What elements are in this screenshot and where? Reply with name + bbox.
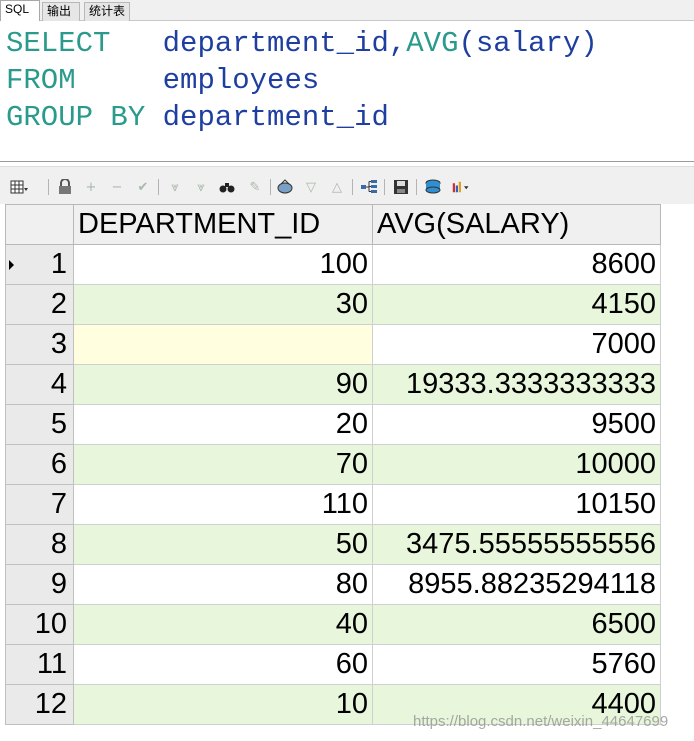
table-row[interactable]: 11 60 5760 — [5, 644, 661, 685]
sql-identifier: employees — [162, 64, 320, 97]
delete-row-icon[interactable]: − — [108, 178, 126, 196]
row-number[interactable]: 1 — [5, 244, 74, 285]
row-number[interactable]: 5 — [5, 404, 74, 445]
toolbar-separator — [384, 179, 385, 195]
lock-icon[interactable] — [56, 178, 74, 196]
table-row[interactable]: 8 50 3475.55555555556 — [5, 524, 661, 565]
table-row[interactable]: 3 7000 — [5, 324, 661, 365]
cell-avg-salary[interactable]: 5760 — [372, 644, 661, 685]
filter-up-icon[interactable]: △ — [328, 178, 346, 196]
grid-view-icon[interactable] — [10, 178, 28, 196]
watermark: https://blog.csdn.net/weixin_44647699 — [413, 713, 669, 730]
row-number[interactable]: 11 — [5, 644, 74, 685]
filter-down-icon[interactable]: ▽ — [302, 178, 320, 196]
cell-department-id[interactable] — [73, 324, 373, 365]
sql-editor[interactable]: SELECT department_id,AVG(salary) FROM em… — [0, 21, 694, 162]
table-row[interactable]: 2 30 4150 — [5, 284, 661, 325]
sql-keyword: GROUP BY — [6, 101, 146, 134]
row-number[interactable]: 8 — [5, 524, 74, 565]
sql-padding — [110, 27, 162, 60]
toolbar-separator — [158, 179, 159, 195]
tab-sql[interactable]: SQL — [0, 0, 40, 21]
toolbar-separator — [270, 179, 271, 195]
cell-department-id[interactable]: 70 — [73, 444, 373, 485]
table-row[interactable]: 5 20 9500 — [5, 404, 661, 445]
row-number[interactable]: 2 — [5, 284, 74, 325]
tree-icon[interactable] — [360, 178, 378, 196]
sql-line-group-by: GROUP BY department_id — [6, 99, 389, 136]
sql-keyword: FROM — [6, 64, 76, 97]
row-number[interactable]: 6 — [5, 444, 74, 485]
clear-icon[interactable]: ✎ — [246, 178, 264, 196]
sql-line-from: FROM employees — [6, 62, 319, 99]
export-icon[interactable] — [424, 178, 442, 196]
sql-identifier: department_id, — [162, 27, 407, 60]
current-row-marker-icon — [9, 260, 14, 270]
sql-padding — [76, 64, 163, 97]
toolbar-separator — [416, 179, 417, 195]
cell-department-id[interactable]: 10 — [73, 684, 373, 725]
cell-avg-salary[interactable]: 3475.55555555556 — [372, 524, 661, 565]
post-icon[interactable]: ✔ — [134, 178, 152, 196]
refresh-icon[interactable] — [276, 178, 294, 196]
table-row[interactable]: 9 80 8955.88235294118 — [5, 564, 661, 605]
cell-department-id[interactable]: 110 — [73, 484, 373, 525]
cell-avg-salary[interactable]: 10150 — [372, 484, 661, 525]
result-grid: DEPARTMENT_ID AVG(SALARY) 1 100 8600 2 30 415… — [5, 204, 661, 725]
cell-department-id[interactable]: 50 — [73, 524, 373, 565]
cell-avg-salary[interactable]: 4150 — [372, 284, 661, 325]
tab-strip: SQL 输出 统计表 — [0, 0, 694, 21]
sql-function: AVG — [406, 27, 459, 60]
chart-icon[interactable] — [452, 178, 470, 196]
row-number[interactable]: 12 — [5, 684, 74, 725]
cell-avg-salary[interactable]: 8955.88235294118 — [372, 564, 661, 605]
sql-identifier: (salary) — [458, 27, 598, 60]
toolbar-separator — [352, 179, 353, 195]
tab-output[interactable]: 输出 — [42, 2, 80, 21]
find-icon[interactable] — [218, 178, 236, 196]
table-row[interactable]: 10 40 6500 — [5, 604, 661, 645]
column-header-avg-salary[interactable]: AVG(SALARY) — [372, 204, 661, 245]
table-row[interactable]: 7 110 10150 — [5, 484, 661, 525]
cell-avg-salary[interactable]: 6500 — [372, 604, 661, 645]
cell-department-id[interactable]: 30 — [73, 284, 373, 325]
row-number[interactable]: 3 — [5, 324, 74, 365]
save-icon[interactable] — [392, 178, 410, 196]
toolbar-separator — [48, 179, 49, 195]
row-number[interactable]: 4 — [5, 364, 74, 405]
cell-avg-salary[interactable]: 7000 — [372, 324, 661, 365]
column-header-department-id[interactable]: DEPARTMENT_ID — [73, 204, 373, 245]
cell-avg-salary[interactable]: 10000 — [372, 444, 661, 485]
table-row[interactable]: 1 100 8600 — [5, 244, 661, 285]
next-icon[interactable]: ⩔ — [166, 178, 184, 196]
cell-department-id[interactable]: 90 — [73, 364, 373, 405]
cell-department-id[interactable]: 20 — [73, 404, 373, 445]
last-icon[interactable]: ⩔ — [192, 178, 210, 196]
add-row-icon[interactable]: + — [82, 178, 100, 196]
row-number-label: 1 — [50, 248, 67, 280]
cell-department-id[interactable]: 60 — [73, 644, 373, 685]
cell-department-id[interactable]: 100 — [73, 244, 373, 285]
row-number[interactable]: 7 — [5, 484, 74, 525]
cell-avg-salary[interactable]: 8600 — [372, 244, 661, 285]
grid-toolbar: + − ✔ ⩔ ⩔ ✎ ▽ △ — [0, 166, 694, 204]
sql-keyword: SELECT — [6, 27, 111, 60]
grid-header-row: DEPARTMENT_ID AVG(SALARY) — [5, 204, 661, 245]
cell-avg-salary[interactable]: 9500 — [372, 404, 661, 445]
cell-department-id[interactable]: 40 — [73, 604, 373, 645]
table-row[interactable]: 6 70 10000 — [5, 444, 661, 485]
tab-statistics[interactable]: 统计表 — [84, 2, 130, 21]
sql-padding — [145, 101, 162, 134]
cell-avg-salary[interactable]: 19333.3333333333 — [372, 364, 661, 405]
sql-identifier: department_id — [162, 101, 389, 134]
grid-corner[interactable] — [5, 204, 74, 245]
row-number[interactable]: 9 — [5, 564, 74, 605]
table-row[interactable]: 4 90 19333.3333333333 — [5, 364, 661, 405]
row-number[interactable]: 10 — [5, 604, 74, 645]
sql-line-select: SELECT department_id,AVG(salary) — [6, 25, 598, 62]
cell-department-id[interactable]: 80 — [73, 564, 373, 605]
